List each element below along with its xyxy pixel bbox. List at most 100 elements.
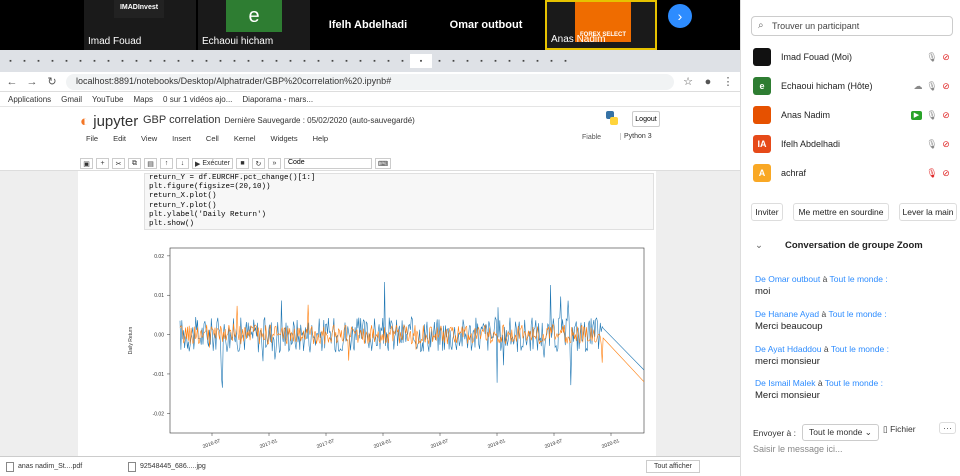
reload-icon[interactable]: ↻ [46, 75, 58, 88]
mic-icon[interactable]: 🎙 [925, 139, 939, 150]
menu-insert[interactable]: Insert [172, 134, 191, 143]
video-tile-4[interactable]: Omar outbout [430, 0, 542, 50]
browser-tab[interactable]: ▪ [242, 54, 255, 68]
mic-icon[interactable]: 🎙 [925, 110, 939, 121]
cell-type-select[interactable]: Code [283, 158, 372, 169]
download-item[interactable]: anas nadim_St....pdf [6, 461, 118, 472]
run-button[interactable]: ▶ Exécuter [192, 158, 233, 169]
menu-cell[interactable]: Cell [206, 134, 219, 143]
browser-tab[interactable]: ▪ [116, 54, 129, 68]
browser-tab[interactable]: ▪ [4, 54, 17, 68]
bookmark-item[interactable]: YouTube [92, 95, 123, 104]
browser-tab[interactable]: ▪ [410, 54, 432, 68]
fast-forward-icon[interactable]: » [267, 158, 281, 169]
menu-file[interactable]: File [86, 134, 98, 143]
file-button[interactable]: ▯ Fichier [883, 424, 916, 435]
participant-row[interactable]: Anas Nadim ▶ 🎙 ⊘ [753, 105, 953, 125]
save-icon[interactable]: ▣ [80, 158, 93, 169]
browser-tab[interactable]: ▪ [284, 54, 297, 68]
browser-tab[interactable]: ▪ [172, 54, 185, 68]
bookmark-item[interactable]: Applications [8, 95, 51, 104]
browser-tab[interactable]: ▪ [396, 54, 409, 68]
paste-icon[interactable]: ▤ [144, 158, 157, 169]
participant-row[interactable]: e Echaoui hicham (Hôte) ☁ 🎙 ⊘ [753, 76, 953, 96]
chevron-down-icon[interactable]: ⌄ [755, 240, 763, 251]
browser-tab[interactable]: ▪ [298, 54, 311, 68]
restart-icon[interactable]: ↻ [251, 158, 265, 169]
bookmark-item[interactable]: 0 sur 1 vidéos ajo... [163, 95, 232, 104]
browser-tab[interactable]: ▪ [256, 54, 269, 68]
mic-icon[interactable]: 🎙 [925, 81, 939, 92]
url-input[interactable]: localhost:8891/notebooks/Desktop/Alphatr… [66, 73, 674, 90]
browser-tab[interactable]: ▪ [354, 54, 367, 68]
browser-tab[interactable]: ▪ [46, 54, 59, 68]
browser-tab[interactable]: ▪ [312, 54, 325, 68]
mic-icon[interactable]: 🎙 [925, 52, 939, 63]
browser-tab[interactable]: ▪ [340, 54, 353, 68]
browser-tab[interactable]: ▪ [475, 54, 488, 68]
back-icon[interactable]: ← [6, 76, 18, 88]
move-up-icon[interactable]: ↑ [160, 158, 173, 169]
browser-tab[interactable]: ▪ [368, 54, 381, 68]
browser-tab[interactable]: ▪ [88, 54, 101, 68]
browser-tab[interactable]: ▪ [102, 54, 115, 68]
browser-tab[interactable]: ▪ [186, 54, 199, 68]
video-off-icon[interactable]: ⊘ [939, 168, 953, 179]
recipient-select[interactable]: Tout le monde ⌄ [802, 424, 879, 441]
video-tile-5[interactable]: FOREX SELECT Anas Nadim [545, 0, 657, 50]
browser-tab[interactable]: ▪ [545, 54, 558, 68]
mic-muted-icon[interactable]: 🎙 [925, 168, 939, 179]
browser-tab[interactable]: ▪ [517, 54, 530, 68]
browser-tab[interactable]: ▪ [382, 54, 395, 68]
video-off-icon[interactable]: ⊘ [939, 81, 953, 92]
bookmark-item[interactable]: Gmail [61, 95, 82, 104]
profile-icon[interactable]: ● [702, 76, 714, 88]
menu-widgets[interactable]: Widgets [271, 134, 298, 143]
participant-row[interactable]: IA Ifelh Abdelhadi 🎙 ⊘ [753, 134, 953, 154]
add-cell-icon[interactable]: + [96, 158, 109, 169]
next-page-button[interactable]: › [668, 4, 692, 28]
menu-icon[interactable]: ⋮ [722, 75, 734, 88]
invite-button[interactable]: Inviter [751, 203, 783, 221]
browser-tab[interactable]: ▪ [489, 54, 502, 68]
video-tile-1[interactable]: IMADInvest Imad Fouad [84, 0, 196, 50]
browser-tab[interactable]: ▪ [32, 54, 45, 68]
bookmark-item[interactable]: Diaporama - mars... [242, 95, 313, 104]
video-tile-2[interactable]: e Echaoui hicham [198, 0, 310, 50]
move-down-icon[interactable]: ↓ [176, 158, 189, 169]
browser-tab[interactable]: ▪ [130, 54, 143, 68]
chat-input[interactable]: Saisir le message ici... [753, 444, 843, 454]
browser-tab[interactable]: ▪ [158, 54, 171, 68]
notebook-title[interactable]: GBP correlation Dernière Sauvegarde : 05/… [143, 114, 415, 126]
trusted-indicator[interactable]: Fiable [582, 134, 601, 141]
browser-tab[interactable]: ▪ [326, 54, 339, 68]
browser-tab[interactable]: ▪ [144, 54, 157, 68]
menu-kernel[interactable]: Kernel [234, 134, 256, 143]
star-icon[interactable]: ☆ [682, 75, 694, 88]
video-off-icon[interactable]: ⊘ [939, 139, 953, 150]
browser-tab[interactable]: ▪ [74, 54, 87, 68]
browser-tab[interactable]: ▪ [214, 54, 227, 68]
participant-row[interactable]: Imad Fouad (Moi) 🎙 ⊘ [753, 47, 953, 67]
cut-icon[interactable]: ✂ [112, 158, 125, 169]
copy-icon[interactable]: ⧉ [128, 158, 141, 169]
menu-view[interactable]: View [141, 134, 157, 143]
mute-me-button[interactable]: Me mettre en sourdine [793, 203, 889, 221]
download-item[interactable]: 92548445_686.....jpg [128, 461, 240, 472]
browser-tab[interactable]: ▪ [531, 54, 544, 68]
video-off-icon[interactable]: ⊘ [939, 52, 953, 63]
browser-tab[interactable]: ▪ [503, 54, 516, 68]
jupyter-logo[interactable]: ◐ jupyter [80, 113, 138, 130]
browser-tab[interactable]: ▪ [433, 54, 446, 68]
stop-icon[interactable]: ■ [235, 158, 249, 169]
participant-row[interactable]: A achraf 🎙 ⊘ [753, 163, 953, 183]
more-options-button[interactable]: ··· [939, 422, 956, 434]
browser-tab[interactable]: ▪ [60, 54, 73, 68]
menu-help[interactable]: Help [313, 134, 328, 143]
browser-tab[interactable]: ▪ [200, 54, 213, 68]
browser-tab[interactable]: ▪ [18, 54, 31, 68]
show-all-button[interactable]: Tout afficher [645, 460, 700, 473]
browser-tab[interactable]: ▪ [270, 54, 283, 68]
code-cell[interactable]: return_Y = df.EURCHF.pct_change()[1:] pl… [144, 173, 654, 231]
forward-icon[interactable]: → [26, 76, 38, 88]
